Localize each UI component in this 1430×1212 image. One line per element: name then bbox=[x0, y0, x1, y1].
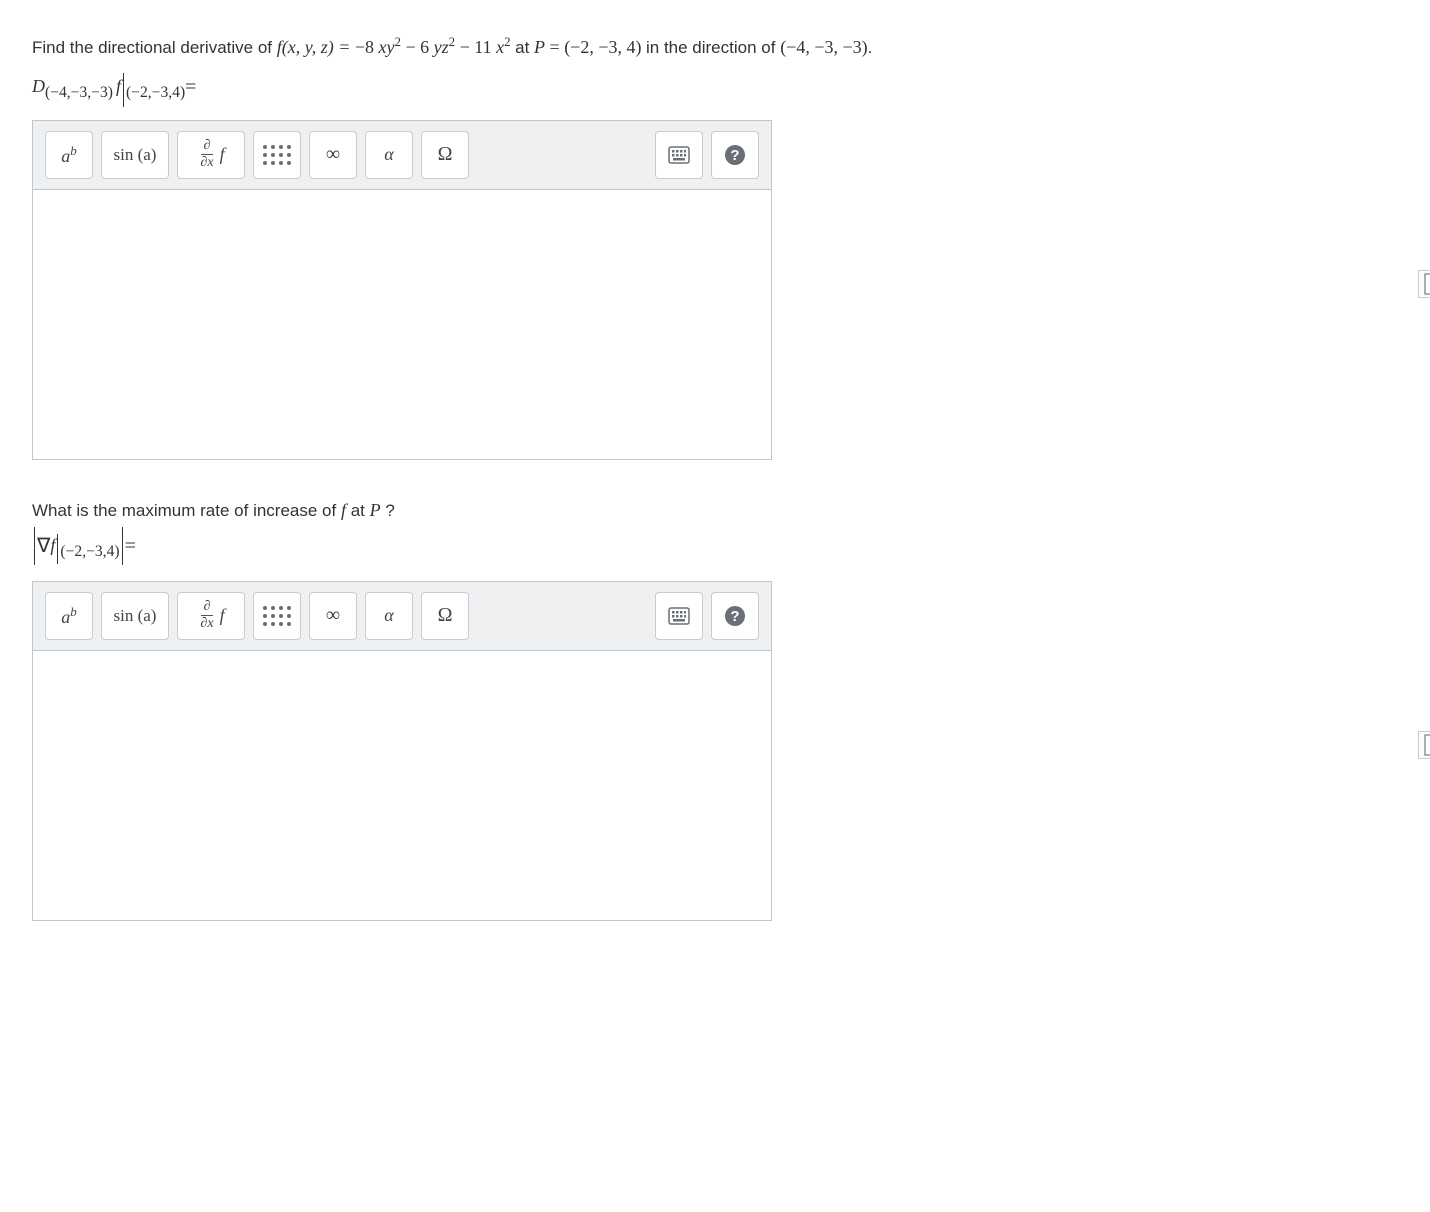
alpha-button[interactable]: α bbox=[365, 592, 413, 640]
svg-text:?: ? bbox=[730, 608, 739, 625]
problem2-text: What is the maximum rate of increase of … bbox=[32, 500, 1398, 521]
page-preview-button-1[interactable] bbox=[1418, 270, 1430, 298]
expr1-equals: = bbox=[185, 72, 196, 102]
matrix-button[interactable] bbox=[253, 131, 301, 179]
keyboard-icon bbox=[668, 607, 690, 625]
norm-bar-left-icon bbox=[34, 527, 35, 565]
help-icon: ? bbox=[724, 605, 746, 627]
matrix-icon bbox=[263, 145, 291, 165]
problem1-atP: at bbox=[515, 38, 534, 57]
input-editor-2: ab sin (a) ∂ ∂x f ∞ α Ω bbox=[32, 581, 1398, 921]
keyboard-icon bbox=[668, 146, 690, 164]
answer-input-2[interactable] bbox=[32, 651, 772, 921]
toolbar-2: ab sin (a) ∂ ∂x f ∞ α Ω bbox=[32, 581, 772, 651]
alpha-button[interactable]: α bbox=[365, 131, 413, 179]
omega-button[interactable]: Ω bbox=[421, 131, 469, 179]
expr2-equals: = bbox=[125, 531, 136, 561]
answer-input-1[interactable] bbox=[32, 190, 772, 460]
svg-text:?: ? bbox=[730, 147, 739, 164]
exponent-button[interactable]: ab bbox=[45, 131, 93, 179]
eval-bar-icon bbox=[123, 73, 124, 107]
expr2-f: f bbox=[50, 532, 55, 559]
help-icon: ? bbox=[724, 144, 746, 166]
sin-button[interactable]: sin (a) bbox=[101, 131, 169, 179]
partial-derivative-button[interactable]: ∂ ∂x f bbox=[177, 592, 245, 640]
problem1-prefix: Find the directional derivative of bbox=[32, 38, 277, 57]
expr2: ∇ f (−2,−3,4) = bbox=[32, 527, 1398, 565]
expr2-eval-sub: (−2,−3,4) bbox=[60, 540, 119, 563]
problem1-directionof: in the direction of bbox=[646, 38, 780, 57]
expr1-D-sub: (−4,−3,−3) bbox=[45, 81, 113, 104]
expr1: D (−4,−3,−3) f (−2,−3,4) = bbox=[32, 70, 1398, 104]
problem1-P: P = (−2, −3, 4) bbox=[534, 37, 646, 57]
matrix-button[interactable] bbox=[253, 592, 301, 640]
page-preview-button-2[interactable] bbox=[1418, 731, 1430, 759]
problem1-text: Find the directional derivative of f(x, … bbox=[32, 32, 1398, 62]
help-button[interactable]: ? bbox=[711, 131, 759, 179]
keyboard-button[interactable] bbox=[655, 131, 703, 179]
matrix-icon bbox=[263, 606, 291, 626]
omega-button[interactable]: Ω bbox=[421, 592, 469, 640]
exponent-button[interactable]: ab bbox=[45, 592, 93, 640]
problem1-direction-value: (−4, −3, −3) bbox=[780, 37, 867, 57]
expr2-nabla: ∇ bbox=[37, 531, 50, 561]
partial-derivative-button[interactable]: ∂ ∂x f bbox=[177, 131, 245, 179]
eval-bar-icon-2 bbox=[57, 534, 58, 564]
help-button[interactable]: ? bbox=[711, 592, 759, 640]
norm-bar-right-icon bbox=[122, 527, 123, 565]
page-preview-icon bbox=[1423, 734, 1430, 756]
toolbar-1: ab sin (a) ∂ ∂x f ∞ α Ω bbox=[32, 120, 772, 190]
sin-button[interactable]: sin (a) bbox=[101, 592, 169, 640]
input-editor-1: ab sin (a) ∂ ∂x f ∞ α Ω bbox=[32, 120, 1398, 460]
expr1-eval-sub: (−2,−3,4) bbox=[126, 81, 185, 104]
page-preview-icon bbox=[1423, 273, 1430, 295]
keyboard-button[interactable] bbox=[655, 592, 703, 640]
expr1-D: D bbox=[32, 73, 45, 100]
problem1-func: f(x, y, z) = −8 xy2 − 6 yz2 − 11 x2 bbox=[277, 37, 515, 57]
infinity-button[interactable]: ∞ bbox=[309, 592, 357, 640]
infinity-button[interactable]: ∞ bbox=[309, 131, 357, 179]
expr1-f: f bbox=[116, 73, 121, 100]
